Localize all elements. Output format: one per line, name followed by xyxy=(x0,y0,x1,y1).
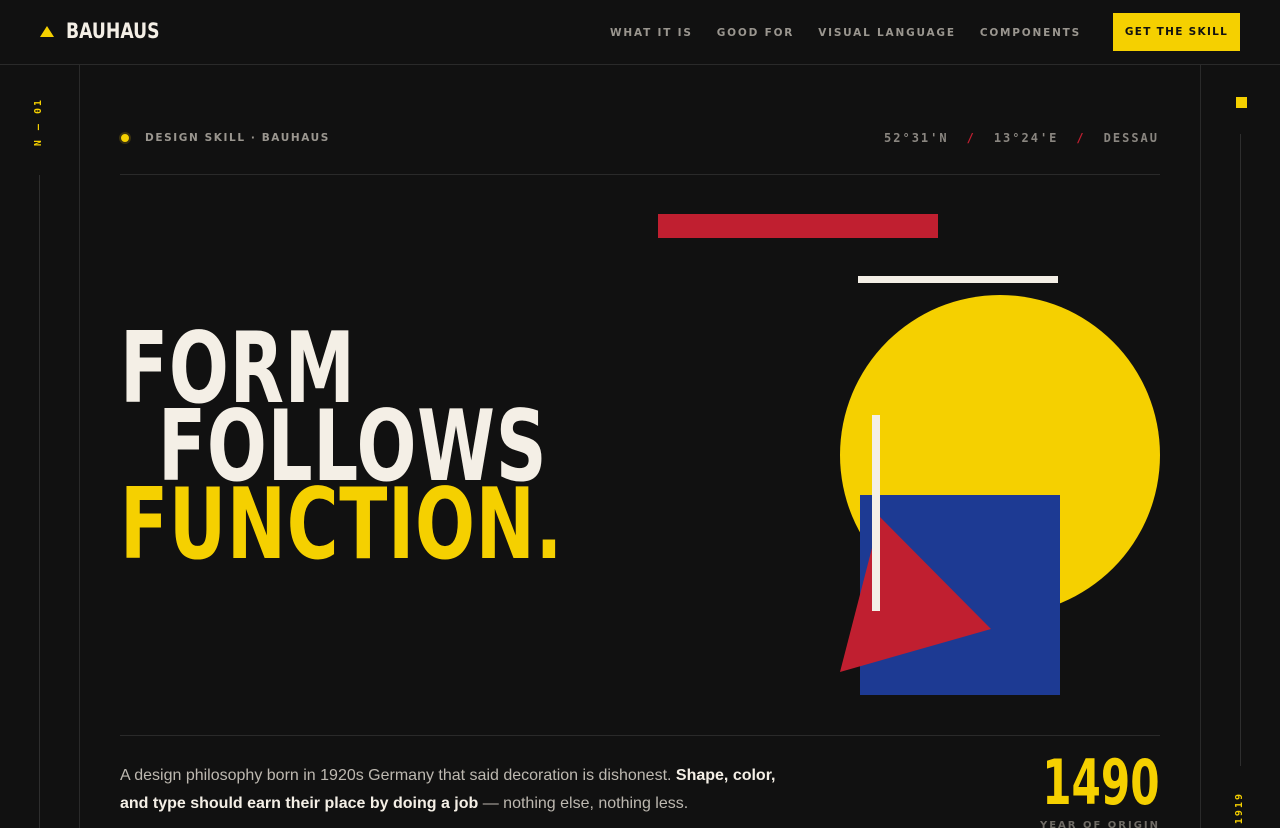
nav-link-good-for[interactable]: GOOD FOR xyxy=(717,27,794,39)
separator: / xyxy=(966,131,976,145)
origin-year-value: 1490 xyxy=(1042,746,1160,819)
logo[interactable]: BAUHAUS xyxy=(40,19,180,43)
red-bar xyxy=(658,214,938,238)
cream-bar xyxy=(858,276,1058,283)
dot-icon xyxy=(119,132,131,144)
left-rail-line xyxy=(39,175,40,828)
right-rail-line xyxy=(1240,134,1241,766)
left-rail xyxy=(0,65,80,828)
get-the-skill-button[interactable]: GET THE SKILL xyxy=(1113,13,1240,51)
latitude: 52°31'N xyxy=(884,131,949,145)
intro-description: A design philosophy born in 1920s German… xyxy=(120,762,800,818)
nav-link-components[interactable]: COMPONENTS xyxy=(980,27,1081,39)
coordinates: 52°31'N / 13°24'E / DESSAU xyxy=(884,131,1159,145)
separator: / xyxy=(1076,131,1086,145)
section-index-label: N — 01 xyxy=(33,98,44,147)
page: BAUHAUS WHAT IT IS GOOD FOR VISUAL LANGU… xyxy=(0,0,1280,828)
origin-year-label: YEAR OF ORIGIN xyxy=(1039,820,1160,828)
description-outro: — nothing else, nothing less. xyxy=(478,795,689,812)
longitude: 13°24'E xyxy=(993,131,1059,145)
logo-text: BAUHAUS xyxy=(66,19,160,43)
bauhaus-composition xyxy=(658,214,1160,695)
divider xyxy=(120,735,1160,736)
hero-headline: FORM FOLLOWS FUNCTION. xyxy=(120,320,735,582)
nav-link-what-it-is[interactable]: WHAT IT IS xyxy=(610,27,693,39)
divider xyxy=(120,174,1160,175)
skill-tag: DESIGN SKILL · BAUHAUS xyxy=(119,132,330,144)
site-header: BAUHAUS WHAT IT IS GOOD FOR VISUAL LANGU… xyxy=(0,0,1280,65)
description-intro: A design philosophy born in 1920s German… xyxy=(120,767,676,784)
triangle-icon xyxy=(40,25,54,37)
main-nav: WHAT IT IS GOOD FOR VISUAL LANGUAGE COMP… xyxy=(610,27,1081,39)
square-icon xyxy=(1236,97,1247,108)
year-rail-label: 1919 xyxy=(1234,792,1245,825)
cream-vertical-bar xyxy=(872,415,880,611)
headline-line-3: FUNCTION. xyxy=(120,468,564,582)
nav-link-visual-language[interactable]: VISUAL LANGUAGE xyxy=(818,27,956,39)
skill-tag-label: DESIGN SKILL · BAUHAUS xyxy=(145,132,330,144)
place-name: DESSAU xyxy=(1103,131,1159,145)
